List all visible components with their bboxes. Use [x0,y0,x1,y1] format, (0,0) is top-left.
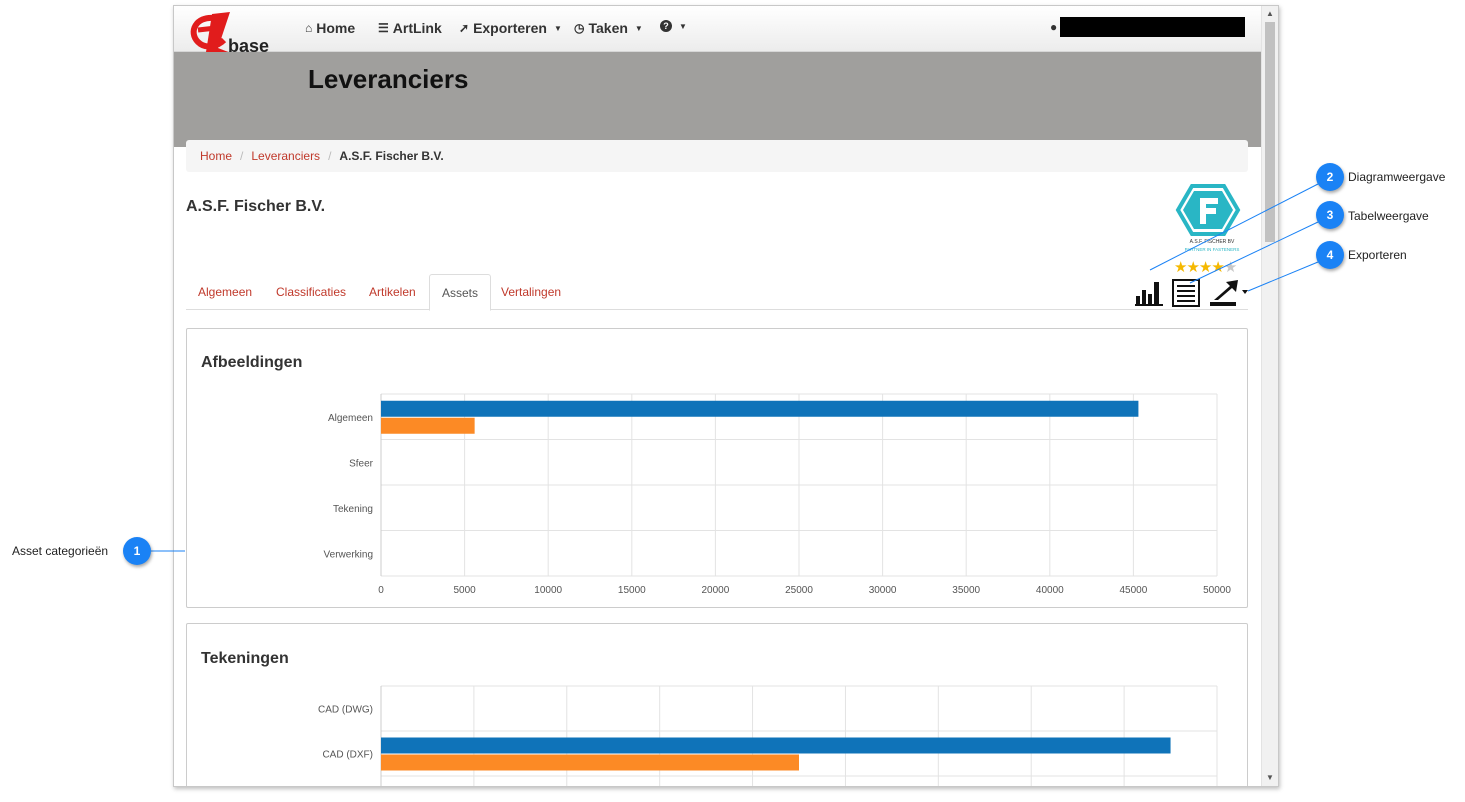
nav-taken-label: Taken [588,20,628,36]
svg-text:A.S.F. FISCHER BV: A.S.F. FISCHER BV [1190,239,1235,245]
top-navbar: base ⌂ Home ☰ ArtLink ➚ Exporteren ▼ ◷ T… [174,6,1262,70]
annotation-label-4: Exporteren [1348,248,1407,262]
tab-vertalingen[interactable]: Vertalingen [489,274,573,310]
user-icon: ● [1050,20,1058,34]
chevron-down-icon: ▼ [634,23,643,33]
list-icon: ☰ [378,21,389,35]
page-header: Leveranciers [174,52,1262,147]
nav-artlink[interactable]: ☰ ArtLink [378,20,442,36]
x-tick-label: 20000 [701,585,729,596]
category-label: Algemeen [328,413,373,424]
breadcrumb-separator: / [240,149,244,163]
tab-artikelen[interactable]: Artikelen [357,274,428,310]
scroll-down-icon[interactable]: ▼ [1262,770,1278,786]
annotation-callout-1: 1 [123,537,151,565]
x-tick-label: 45000 [1119,585,1147,596]
category-label: Tekening [333,504,373,515]
category-label: Verwerking [324,549,373,560]
tab-assets[interactable]: Assets [429,274,492,311]
annotation-callout-4: 4 [1316,241,1344,269]
x-tick-label: 30000 [869,585,897,596]
tab-classificaties[interactable]: Classificaties [264,274,358,310]
chevron-down-icon: ▼ [553,23,562,33]
nav-artlink-label: ArtLink [392,20,442,36]
scrollbar-thumb[interactable] [1265,22,1275,242]
annotation-label-3: Tabelweergave [1348,209,1429,223]
table-list-icon[interactable] [1171,278,1201,308]
category-label: CAD (DWG) [318,705,373,716]
x-tick-label: 10000 [534,585,562,596]
annotation-label-2: Diagramweergave [1348,170,1446,184]
export-arrow-icon[interactable] [1208,278,1250,308]
help-icon: ? [660,20,672,32]
supplier-name: A.S.F. Fischer B.V. [186,198,326,215]
chevron-down-icon: ▼ [679,21,687,31]
page-content: base ⌂ Home ☰ ArtLink ➚ Exporteren ▼ ◷ T… [174,6,1262,786]
tab-algemeen[interactable]: Algemeen [186,274,264,310]
annotation-callout-3: 3 [1316,201,1344,229]
redacted-user-name [1060,17,1246,37]
breadcrumb-current: A.S.F. Fischer B.V. [339,149,444,163]
bar-series-1[interactable] [381,400,1139,417]
svg-text:PARTNER IN FASTENERS: PARTNER IN FASTENERS [1185,247,1240,252]
chart-tekeningen: CAD (DWG) CAD (DXF) [318,685,1218,786]
x-tick-label: 25000 [785,585,813,596]
supplier-tabs: Algemeen Classificaties Artikelen Assets… [186,274,1248,311]
chart-title-afbeeldingen: Afbeeldingen [201,354,303,371]
nav-help[interactable]: ? ▼ [660,20,687,32]
bar-series-1[interactable] [381,737,1171,754]
chart-title-tekeningen: Tekeningen [201,650,289,667]
export-icon: ➚ [459,21,470,35]
annotation-callout-2: 2 [1316,163,1344,191]
clock-icon: ◷ [574,21,585,35]
nav-taken[interactable]: ◷ Taken ▼ [574,20,643,36]
chart-panel-afbeeldingen: Afbeeldingen Algemeen Sfeer Tekening Verwer… [186,328,1248,608]
breadcrumb-home[interactable]: Home [200,149,232,163]
help-screenshot: base ⌂ Home ☰ ArtLink ➚ Exporteren ▼ ◷ T… [0,0,1465,802]
x-tick-label: 35000 [952,585,980,596]
x-tick-label: 0 [378,585,384,596]
bar-series-2[interactable] [381,417,475,434]
bar-series-2[interactable] [381,754,799,771]
category-label: Sfeer [349,458,374,469]
x-tick-label: 5000 [453,585,476,596]
category-label: CAD (DXF) [322,750,373,761]
nav-home-label: Home [316,20,356,36]
x-tick-label: 15000 [618,585,646,596]
bar-chart-icon[interactable] [1134,278,1166,306]
x-tick-label: 50000 [1203,585,1231,596]
x-tick-label: 40000 [1036,585,1064,596]
browser-window: base ⌂ Home ☰ ArtLink ➚ Exporteren ▼ ◷ T… [173,5,1279,787]
breadcrumb-leveranciers[interactable]: Leveranciers [251,149,320,163]
supplier-logo: A.S.F. FISCHER BV PARTNER IN FASTENERS [1175,184,1241,252]
annotation-label-1: Asset categorieën [12,544,109,558]
vertical-scrollbar[interactable]: ▲ ▼ [1261,6,1278,786]
chart-panel-tekeningen: Tekeningen CAD (DWG) CAD (DXF) [186,623,1248,786]
user-menu[interactable]: ● [1050,17,1246,37]
chevron-down-icon [1242,290,1248,294]
nav-exporteren[interactable]: ➚ Exporteren ▼ [459,20,562,36]
breadcrumb: Home / Leveranciers / A.S.F. Fischer B.V… [186,140,1248,172]
home-icon: ⌂ [305,21,313,35]
page-title: Leveranciers [308,64,469,94]
chart-afbeeldingen: Algemeen Sfeer Tekening Verwerking 0 5000 1000… [324,393,1231,596]
breadcrumb-separator: / [328,149,332,163]
nav-home[interactable]: ⌂ Home [305,20,355,36]
nav-exporteren-label: Exporteren [473,20,547,36]
scroll-up-icon[interactable]: ▲ [1262,6,1278,22]
